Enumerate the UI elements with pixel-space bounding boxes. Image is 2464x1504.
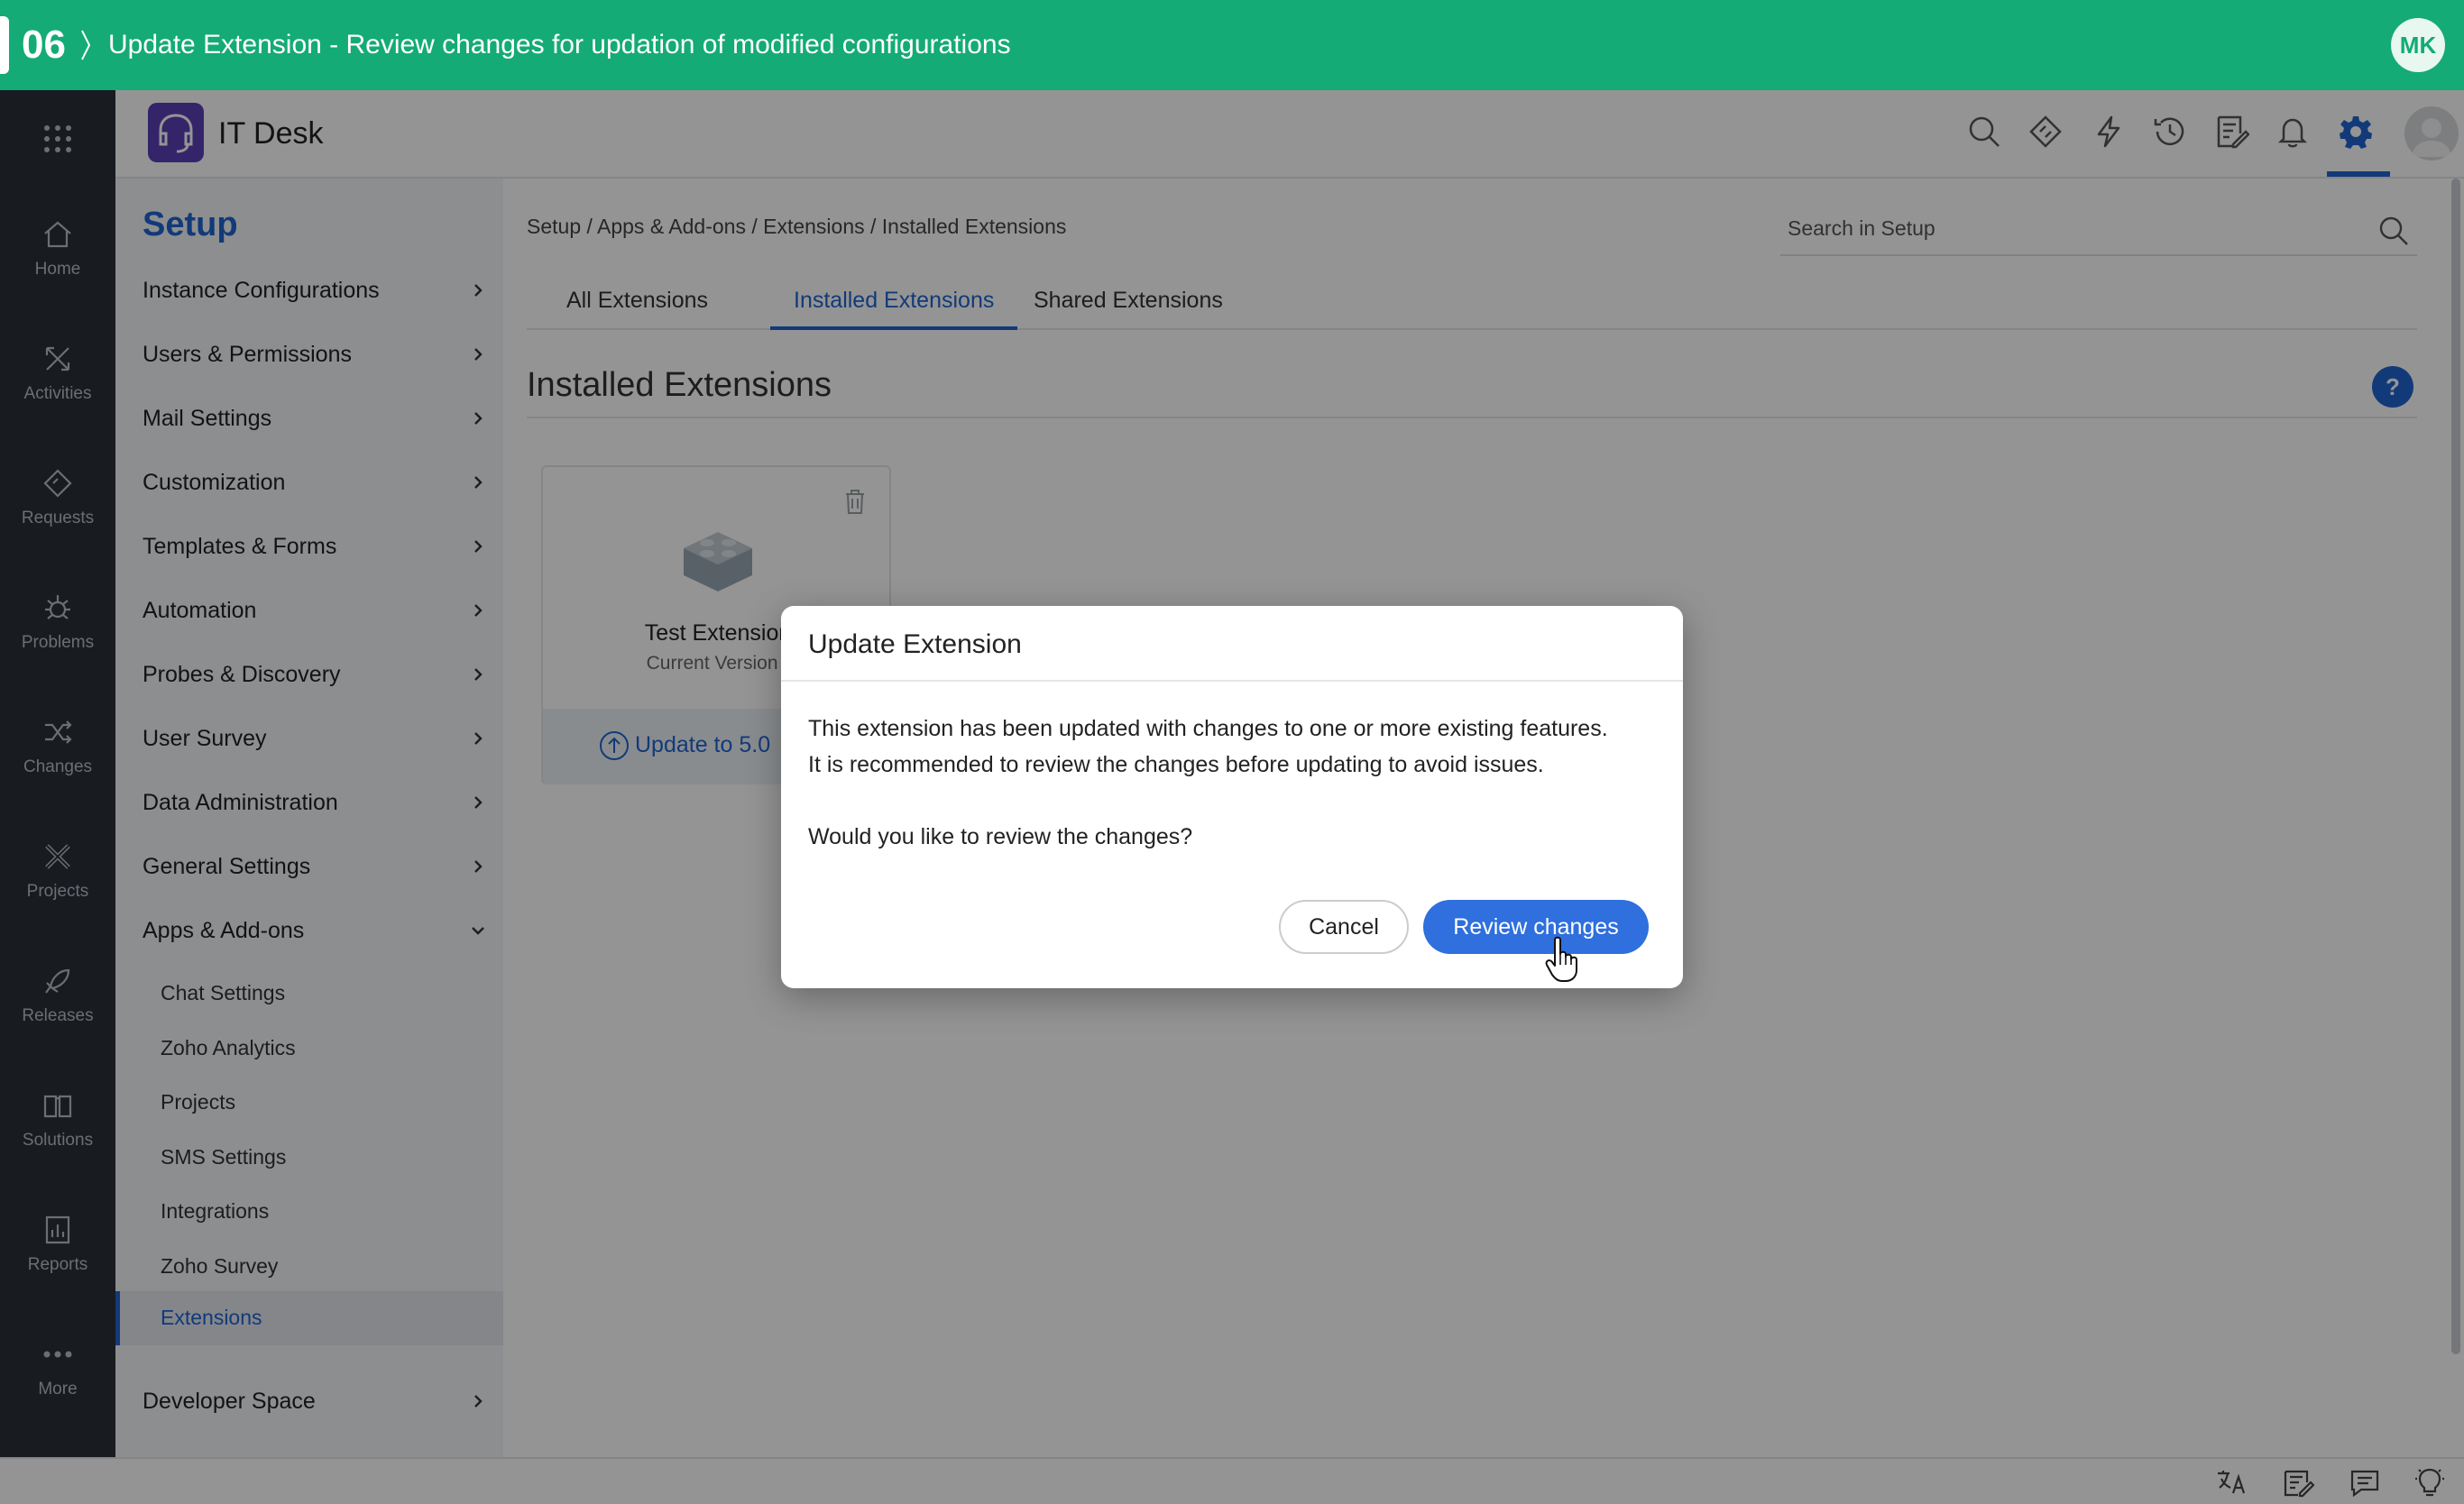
banner-marker: [0, 16, 9, 74]
dialog-divider: [781, 680, 1683, 682]
chevron-right-icon: [81, 30, 91, 60]
step-number: 06: [22, 23, 66, 67]
dialog-message-line-1: This extension has been updated with cha…: [808, 716, 1608, 741]
user-avatar[interactable]: MK: [2391, 18, 2445, 72]
update-extension-dialog: Update Extension This extension has been…: [781, 606, 1683, 988]
banner-title: Update Extension - Review changes for up…: [108, 30, 1011, 60]
dialog-title: Update Extension: [808, 629, 1022, 659]
review-changes-button[interactable]: Review changes: [1423, 900, 1649, 954]
hand-pointer-cursor-icon: [1545, 936, 1577, 982]
dialog-message-line-2: It is recommended to review the changes …: [808, 752, 1544, 777]
cancel-button[interactable]: Cancel: [1279, 900, 1409, 954]
step-banner: 06 Update Extension - Review changes for…: [0, 0, 2464, 90]
dialog-question: Would you like to review the changes?: [808, 824, 1193, 849]
